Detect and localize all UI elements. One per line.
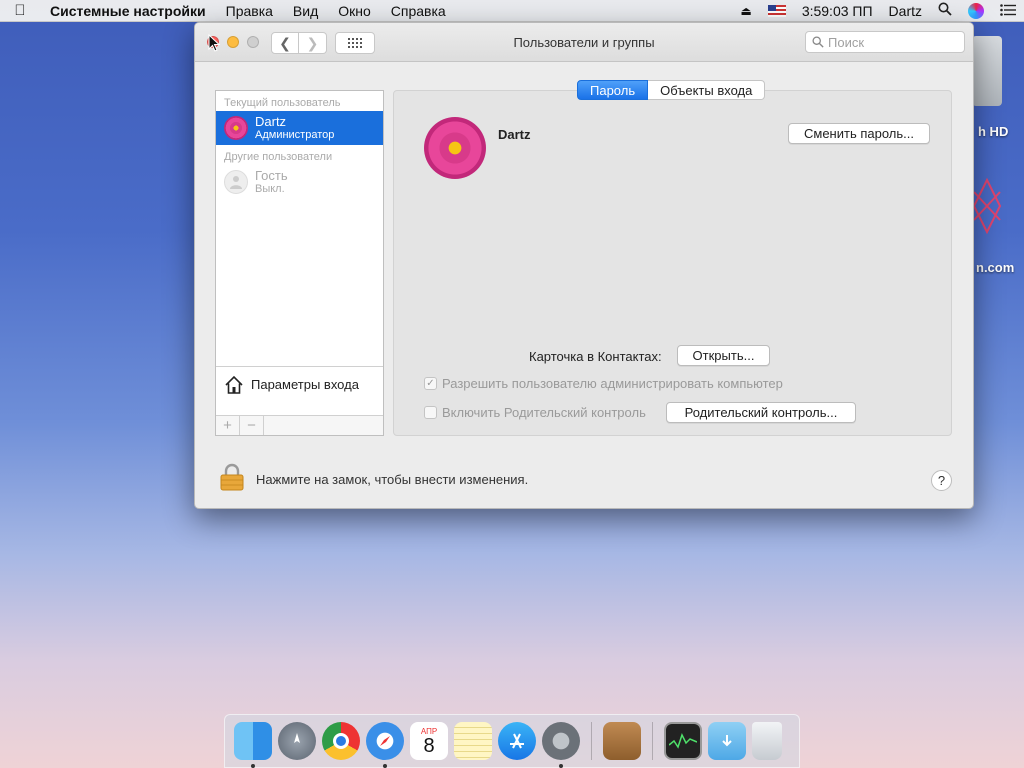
desktop-site-label: n.com [976, 260, 1015, 275]
menu-view[interactable]: Вид [283, 3, 328, 19]
app-store-icon[interactable] [498, 722, 536, 760]
search-icon [812, 36, 824, 48]
calendar-day: 8 [423, 734, 435, 757]
back-button[interactable]: ❮ [271, 32, 299, 54]
users-groups-window: ❮ ❯ Пользователи и группы Текущий пользо… [194, 22, 974, 509]
contacts-card-label: Карточка в Контактах: [529, 349, 662, 364]
remove-user-button[interactable]: − [240, 416, 264, 435]
sidebar-user-dartz[interactable]: Dartz Администратор [216, 111, 383, 145]
user-avatar [224, 116, 248, 140]
chevron-left-icon: ❮ [279, 34, 291, 51]
dock-separator [591, 722, 592, 760]
other-users-header: Другие пользователи [224, 151, 333, 163]
dock: АПР 8 [224, 714, 800, 768]
guest-name: Гость [255, 167, 288, 183]
menu-app-name[interactable]: Системные настройки [40, 3, 216, 19]
users-sidebar: Текущий пользователь Dartz Администратор… [215, 90, 384, 436]
grid-icon [348, 38, 362, 48]
forward-button[interactable]: ❯ [299, 32, 327, 54]
login-options-item[interactable]: Параметры входа [216, 366, 383, 402]
launchpad-icon[interactable] [278, 722, 316, 760]
parental-control-label: Включить Родительский контроль [442, 405, 646, 420]
apple-menu-icon[interactable]:  [0, 2, 40, 19]
spotlight-search-icon[interactable] [938, 2, 952, 19]
siri-icon[interactable] [968, 2, 984, 19]
parental-control-checkbox[interactable] [424, 406, 437, 419]
selected-user-name: Dartz [498, 127, 531, 142]
calendar-icon[interactable]: АПР 8 [410, 722, 448, 760]
search-input[interactable] [828, 34, 948, 50]
sidebar-user-guest[interactable]: Гость Выкл. [216, 165, 383, 199]
guest-user-icon [224, 170, 248, 194]
allow-admin-label: Разрешить пользователю администрировать … [442, 376, 783, 391]
menu-bar:  Системные настройки Правка Вид Окно Сп… [0, 0, 1024, 22]
user-role: Администратор [255, 128, 335, 141]
tab-bar: Пароль Объекты входа [577, 80, 766, 100]
eject-icon[interactable]: ⏏ [740, 4, 751, 18]
hard-drive-icon[interactable] [972, 36, 1002, 106]
tab-password[interactable]: Пароль [577, 80, 649, 100]
user-name: Dartz [255, 113, 287, 129]
safari-icon[interactable] [366, 722, 404, 768]
sidebar-toolbar: + − [216, 415, 383, 435]
parental-control-row: Включить Родительский контроль [424, 405, 646, 420]
allow-admin-checkbox[interactable]: ✓ [424, 377, 437, 390]
show-all-button[interactable] [335, 32, 375, 54]
desktop-app-icon[interactable] [970, 176, 1004, 236]
trash-icon[interactable] [752, 722, 782, 760]
menu-extras: ⏏ 3:59:03 ПП Dartz [732, 2, 1024, 19]
notes-icon[interactable] [454, 722, 492, 760]
parental-controls-button[interactable]: Родительский контроль... [666, 402, 856, 423]
title-bar: ❮ ❯ Пользователи и группы [195, 23, 973, 62]
menu-user[interactable]: Dartz [889, 3, 922, 19]
current-user-header: Текущий пользователь [224, 97, 341, 109]
change-password-button[interactable]: Сменить пароль... [788, 123, 930, 144]
menu-edit[interactable]: Правка [216, 3, 283, 19]
open-contacts-button[interactable]: Открыть... [677, 345, 770, 366]
chrome-icon[interactable] [322, 722, 360, 760]
finder-icon[interactable] [234, 722, 272, 768]
mouse-cursor-icon [208, 34, 220, 52]
navigation-buttons: ❮ ❯ [271, 32, 327, 54]
guest-status: Выкл. [255, 182, 285, 195]
minimize-button[interactable] [227, 36, 239, 48]
activity-monitor-icon[interactable] [664, 722, 702, 760]
allow-admin-row: ✓ Разрешить пользователю администрироват… [424, 376, 783, 391]
menu-window[interactable]: Окно [328, 3, 381, 19]
contacts-icon[interactable] [603, 722, 641, 760]
add-user-button[interactable]: + [216, 416, 240, 435]
lock-icon[interactable] [219, 463, 245, 491]
hard-drive-label: h HD [978, 124, 1009, 139]
menu-help[interactable]: Справка [381, 3, 456, 19]
tab-login-items[interactable]: Объекты входа [648, 80, 766, 100]
house-icon [225, 375, 243, 394]
system-preferences-icon[interactable] [542, 722, 580, 768]
dock-separator [652, 722, 653, 760]
notification-center-icon[interactable] [1000, 3, 1016, 19]
search-field[interactable] [805, 31, 965, 53]
input-source-flag-icon[interactable] [767, 4, 786, 17]
downloads-icon[interactable] [708, 722, 746, 760]
user-picture[interactable] [424, 117, 486, 179]
chevron-right-icon: ❯ [306, 34, 319, 51]
login-options-label: Параметры входа [251, 377, 359, 392]
zoom-button[interactable] [247, 36, 259, 48]
help-button[interactable]: ? [931, 470, 952, 491]
lock-hint-text: Нажмите на замок, чтобы внести изменения… [256, 472, 529, 487]
menu-clock[interactable]: 3:59:03 ПП [802, 3, 873, 19]
